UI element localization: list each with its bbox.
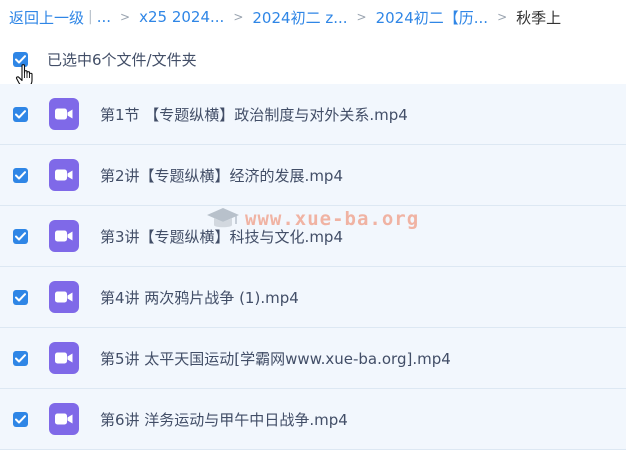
check-icon (15, 353, 26, 362)
breadcrumb-back-link[interactable]: 返回上一级 (9, 7, 84, 28)
video-file-icon (49, 342, 79, 374)
file-row[interactable]: 第2讲【专题纵横】经济的发展.mp4 (0, 145, 626, 206)
file-name[interactable]: 第6讲 洋务运动与甲午中日战争.mp4 (100, 409, 348, 430)
breadcrumb-item[interactable]: 2024初二 z... (252, 7, 347, 28)
file-checkbox[interactable] (13, 106, 28, 122)
breadcrumb-separator: > (497, 10, 508, 24)
breadcrumb-separator: > (356, 10, 367, 24)
check-icon (15, 231, 26, 240)
file-row[interactable]: 第4讲 两次鸦片战争 (1).mp4 (0, 267, 626, 328)
check-icon (15, 292, 26, 301)
file-row[interactable]: 第6讲 洋务运动与甲午中日战争.mp4 (0, 389, 626, 450)
check-icon (15, 170, 26, 179)
file-checkbox[interactable] (13, 289, 28, 305)
breadcrumb-current: 秋季上 (516, 8, 562, 27)
breadcrumb-ellipsis-link[interactable]: ... (97, 8, 111, 26)
video-file-icon (49, 98, 79, 130)
select-all-bar: 已选中6个文件/文件夹 (0, 40, 626, 78)
file-name[interactable]: 第3讲【专题纵横】科技与文化.mp4 (100, 226, 343, 247)
breadcrumb-divider: | (88, 9, 93, 25)
file-name[interactable]: 第1节 【专题纵横】政治制度与对外关系.mp4 (100, 104, 408, 125)
breadcrumb-item[interactable]: x25 2024... (139, 8, 224, 26)
video-camera-icon (55, 291, 73, 303)
video-camera-icon (55, 169, 73, 181)
breadcrumb: 返回上一级 | ... > x25 2024... > 2024初二 z... … (0, 0, 626, 34)
file-name[interactable]: 第4讲 两次鸦片战争 (1).mp4 (100, 287, 299, 308)
check-icon (15, 109, 26, 118)
video-file-icon (49, 159, 79, 191)
file-checkbox[interactable] (13, 228, 28, 244)
file-row[interactable]: 第1节 【专题纵横】政治制度与对外关系.mp4 (0, 84, 626, 145)
file-checkbox[interactable] (13, 411, 28, 427)
video-camera-icon (55, 108, 73, 120)
file-list: 第1节 【专题纵横】政治制度与对外关系.mp4 第2讲【专题纵横】经济的发展.m… (0, 84, 626, 450)
video-camera-icon (55, 413, 73, 425)
file-name[interactable]: 第5讲 太平天国运动[学霸网www.xue-ba.org].mp4 (100, 348, 451, 369)
file-checkbox[interactable] (13, 350, 28, 366)
file-row[interactable]: 第3讲【专题纵横】科技与文化.mp4 (0, 206, 626, 267)
video-file-icon (49, 220, 79, 252)
selection-count-label: 已选中6个文件/文件夹 (47, 50, 197, 69)
breadcrumb-separator: > (120, 10, 131, 24)
video-camera-icon (55, 230, 73, 242)
video-camera-icon (55, 352, 73, 364)
file-row[interactable]: 第5讲 太平天国运动[学霸网www.xue-ba.org].mp4 (0, 328, 626, 389)
check-icon (15, 414, 26, 423)
file-checkbox[interactable] (13, 167, 28, 183)
breadcrumb-separator: > (233, 10, 244, 24)
video-file-icon (49, 281, 79, 313)
file-name[interactable]: 第2讲【专题纵横】经济的发展.mp4 (100, 165, 343, 186)
video-file-icon (49, 403, 79, 435)
breadcrumb-item[interactable]: 2024初二【历... (376, 7, 488, 28)
